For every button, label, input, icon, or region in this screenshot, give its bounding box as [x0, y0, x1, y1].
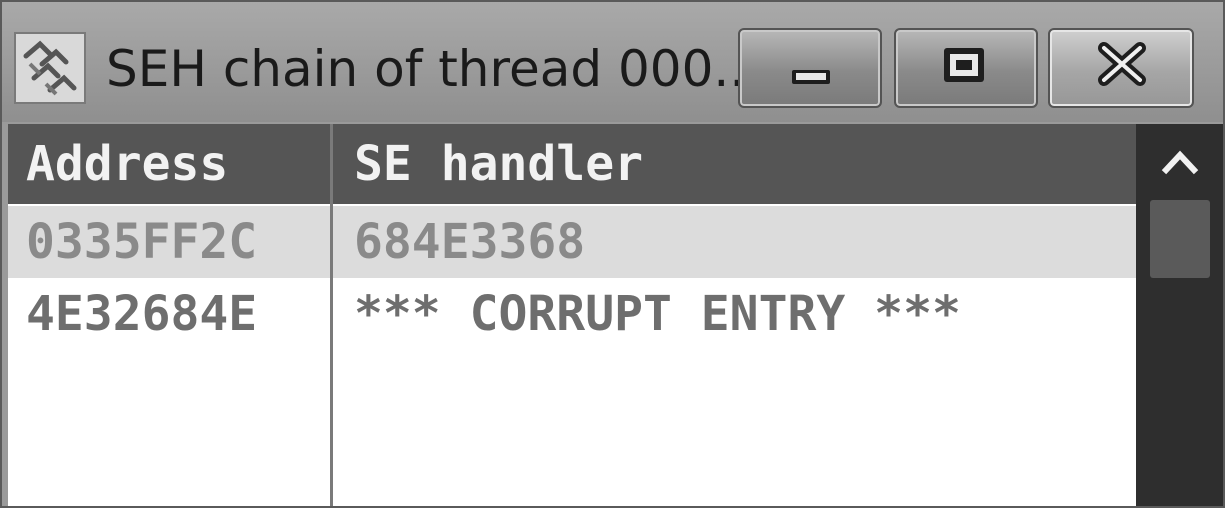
table-row[interactable]: 4E32684E *** CORRUPT ENTRY *** [8, 278, 1136, 350]
cell-se-handler: *** CORRUPT ENTRY *** [354, 286, 961, 342]
column-header-se-handler[interactable]: SE handler [354, 124, 643, 204]
cell-se-handler: 684E3368 [354, 214, 586, 270]
window-title: SEH chain of thread 000... [106, 40, 762, 98]
scroll-up-button[interactable] [1136, 124, 1223, 198]
close-icon [1098, 42, 1146, 86]
cell-address: 4E32684E [26, 286, 258, 342]
table-header: Address SE handler [8, 124, 1136, 204]
minimize-icon [792, 70, 830, 84]
seh-chain-window: SEH chain of thread 000... Address SE ha [0, 0, 1225, 508]
maximize-button[interactable] [894, 28, 1038, 108]
scroll-thumb[interactable] [1150, 200, 1210, 278]
title-bar[interactable]: SEH chain of thread 000... [2, 2, 1223, 122]
chevron-up-icon [1161, 150, 1199, 175]
column-divider[interactable] [330, 124, 333, 506]
close-button[interactable] [1048, 28, 1194, 108]
column-header-address[interactable]: Address [26, 124, 228, 204]
seh-chain-icon [14, 32, 86, 104]
table-row[interactable]: 0335FF2C 684E3368 [8, 206, 1136, 278]
minimize-button[interactable] [738, 28, 882, 108]
cell-address: 0335FF2C [26, 214, 258, 270]
seh-chain-list[interactable]: Address SE handler 0335FF2C 684E3368 4E3… [8, 124, 1223, 506]
vertical-scrollbar[interactable] [1136, 124, 1223, 506]
maximize-icon [944, 48, 984, 82]
